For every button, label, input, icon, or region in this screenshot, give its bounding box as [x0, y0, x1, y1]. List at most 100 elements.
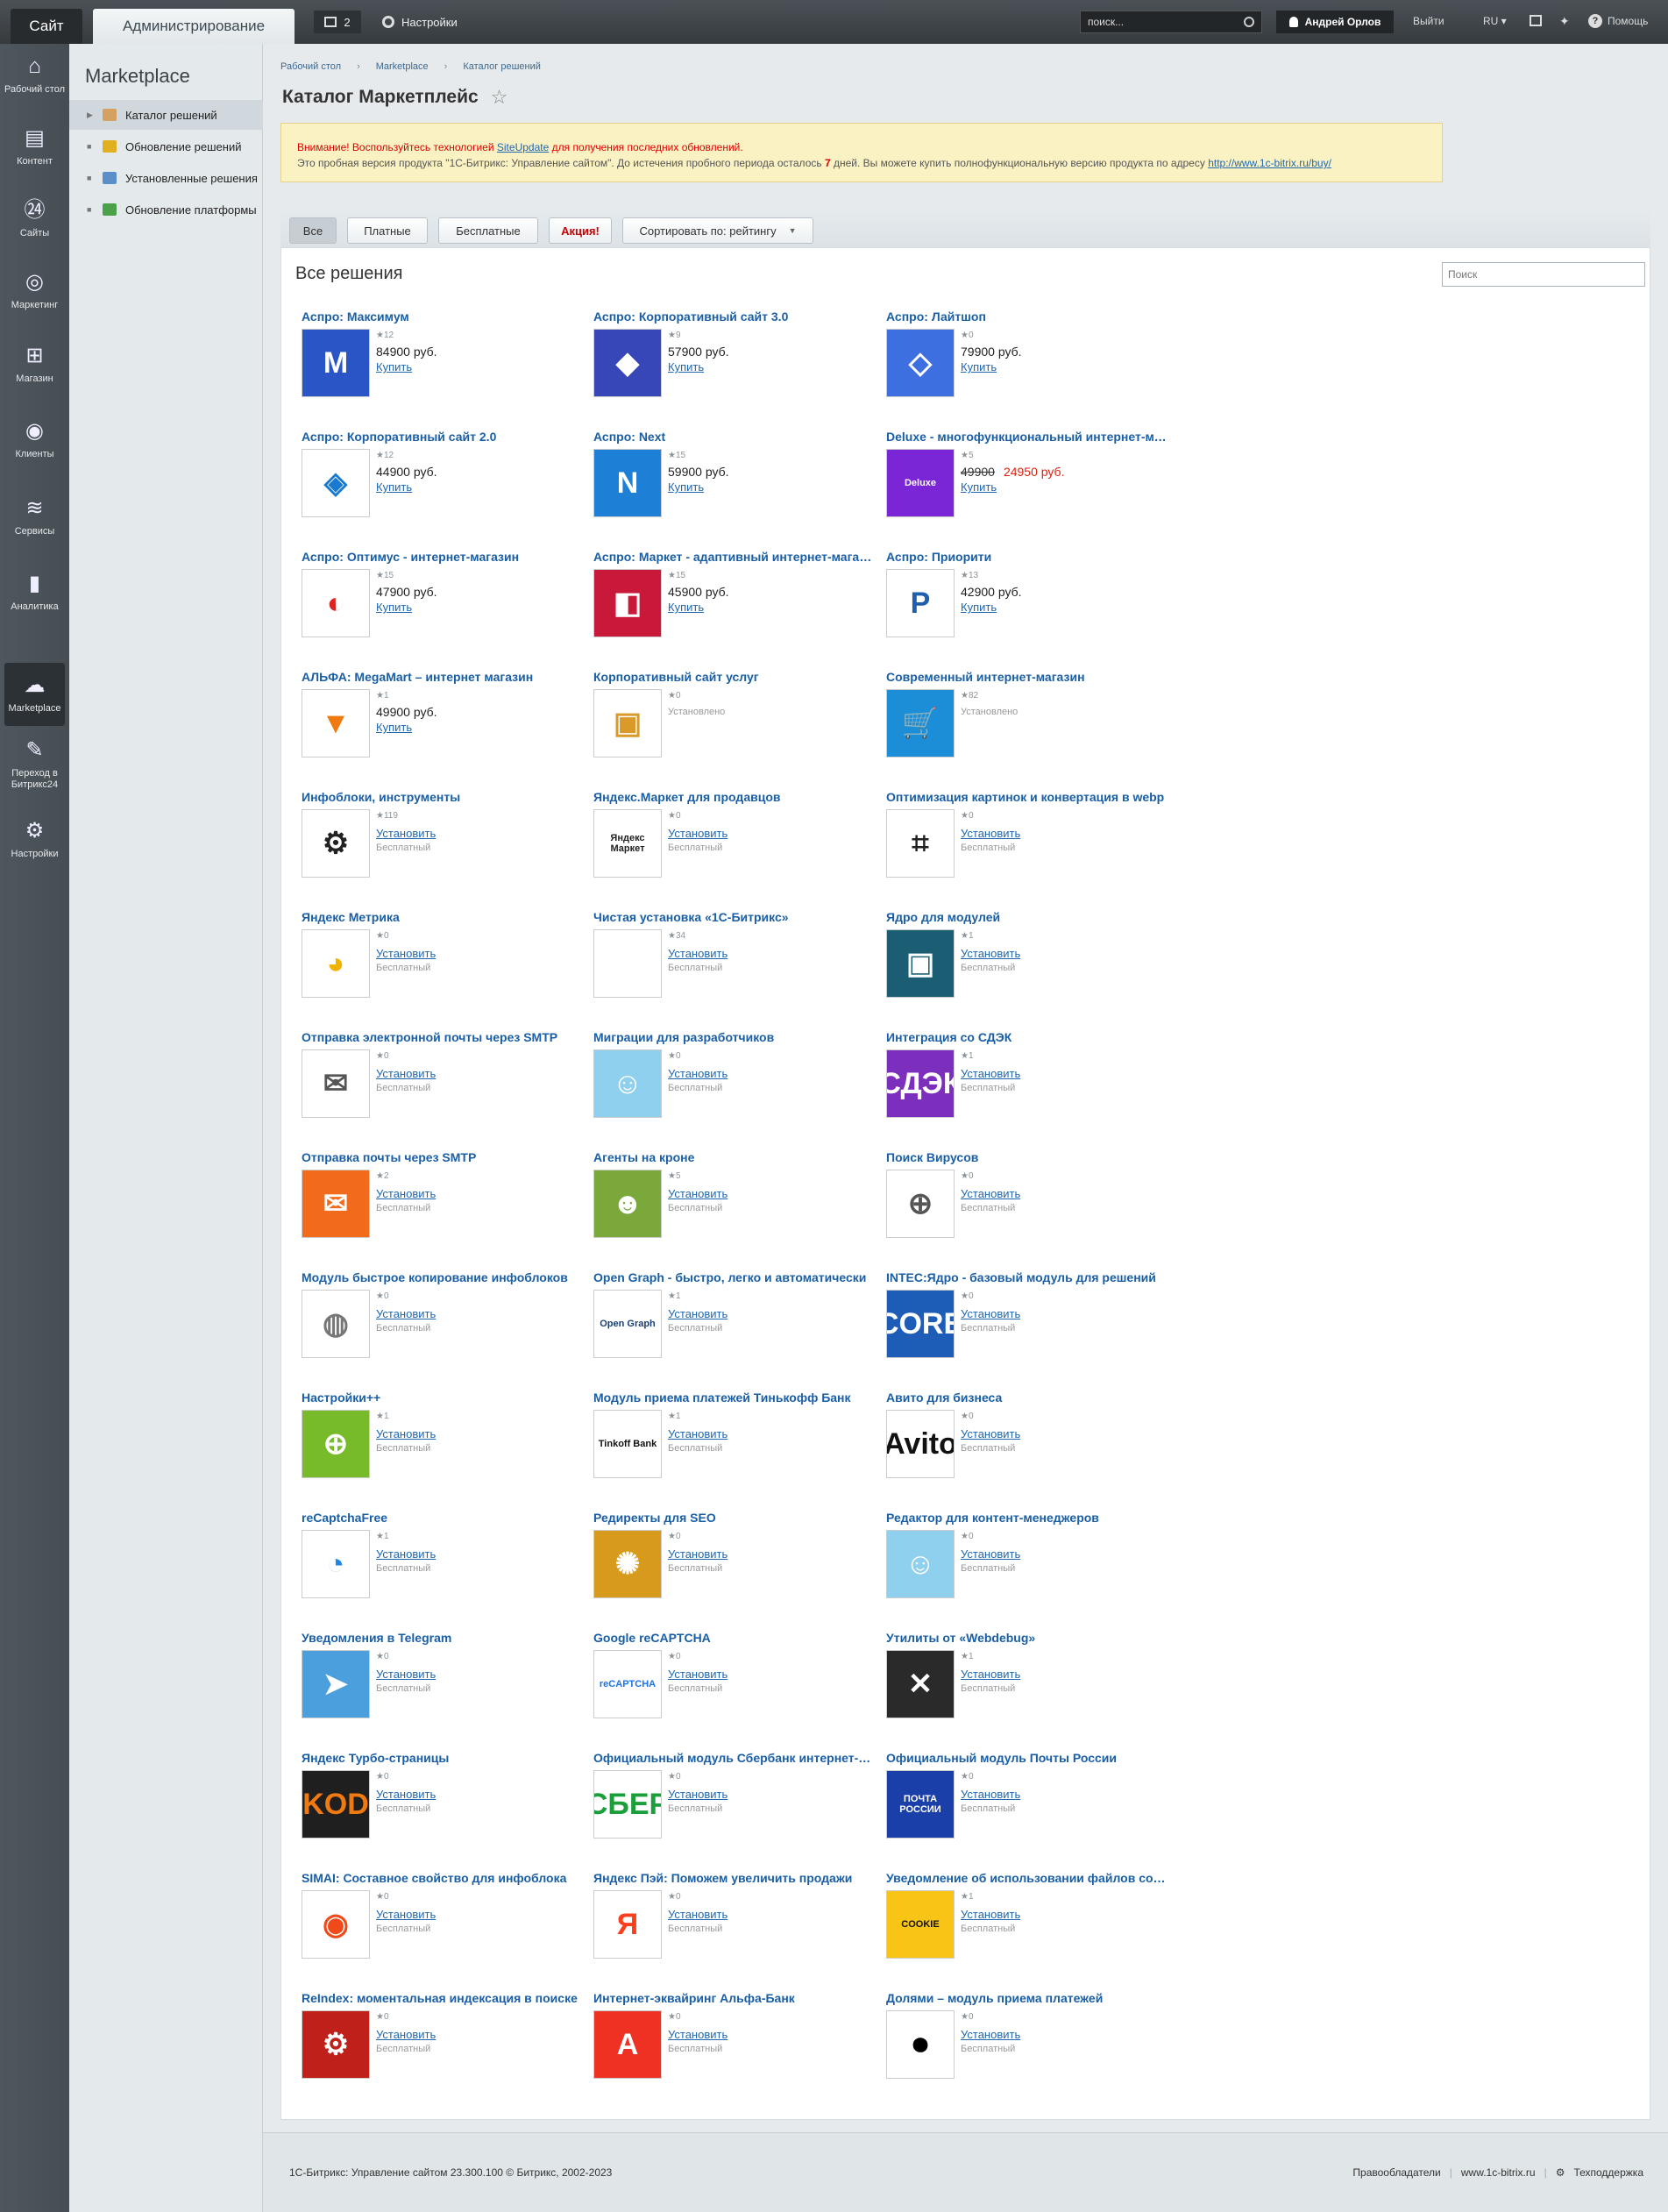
- top-search-input[interactable]: поиск...: [1080, 11, 1262, 33]
- solution-name-link[interactable]: Уведомления в Telegram: [302, 1631, 582, 1645]
- solution-name-link[interactable]: Поиск Вирусов: [886, 1150, 1167, 1164]
- install-link[interactable]: Установить: [668, 1547, 728, 1561]
- solution-logo[interactable]: ☻: [593, 1170, 662, 1238]
- solution-logo[interactable]: ◕: [302, 929, 370, 998]
- solution-logo[interactable]: СДЭК: [886, 1049, 955, 1118]
- filter-all-button[interactable]: Все: [289, 217, 337, 244]
- solution-name-link[interactable]: Open Graph - быстро, легко и автоматичес…: [593, 1270, 874, 1284]
- install-link[interactable]: Установить: [961, 1547, 1020, 1561]
- buy-link[interactable]: Купить: [668, 601, 704, 614]
- solution-name-link[interactable]: Авито для бизнеса: [886, 1391, 1167, 1405]
- solution-name-link[interactable]: Интеграция со СДЭК: [886, 1030, 1167, 1044]
- search-icon[interactable]: [1244, 17, 1254, 27]
- solution-logo[interactable]: Avito: [886, 1410, 955, 1478]
- solution-logo[interactable]: ⊕: [886, 1170, 955, 1238]
- pin-icon[interactable]: ✦: [1559, 14, 1570, 29]
- solution-logo[interactable]: M: [302, 329, 370, 397]
- install-link[interactable]: Установить: [961, 827, 1020, 840]
- solution-logo[interactable]: ▣: [593, 689, 662, 757]
- nav-item-bitrix24[interactable]: ✎ Переход в Битрикс24: [0, 736, 69, 791]
- nav-item-target[interactable]: ◎ Маркетинг: [0, 268, 69, 311]
- subnav-item[interactable]: ■ Обновление платформы: [69, 195, 263, 224]
- solution-logo[interactable]: Open Graph: [593, 1290, 662, 1358]
- settings-link[interactable]: Настройки: [382, 11, 458, 33]
- nav-item-document[interactable]: ▤ Контент: [0, 124, 69, 167]
- solution-name-link[interactable]: Отправка электронной почты через SMTP: [302, 1030, 582, 1044]
- solution-logo[interactable]: Я: [593, 1890, 662, 1959]
- install-link[interactable]: Установить: [961, 1788, 1020, 1801]
- buy-link[interactable]: Купить: [376, 721, 412, 734]
- solution-logo[interactable]: ⏺: [886, 2010, 955, 2079]
- solution-logo[interactable]: COOKIE: [886, 1890, 955, 1959]
- buy-link[interactable]: Купить: [961, 601, 997, 614]
- install-link[interactable]: Установить: [961, 1307, 1020, 1320]
- solution-logo[interactable]: ⚙: [302, 2010, 370, 2079]
- solution-logo[interactable]: ➤: [302, 1650, 370, 1718]
- solution-logo[interactable]: ▼: [302, 689, 370, 757]
- solution-name-link[interactable]: Яндекс Пэй: Поможем увеличить продажи: [593, 1871, 874, 1885]
- sort-dropdown[interactable]: Сортировать по: рейтингу ▼: [622, 217, 813, 244]
- user-menu[interactable]: Андрей Орлов: [1276, 11, 1394, 33]
- solution-logo[interactable]: ◐: [302, 569, 370, 637]
- buy-link[interactable]: Купить: [668, 360, 704, 373]
- install-link[interactable]: Установить: [376, 827, 436, 840]
- solution-name-link[interactable]: Официальный модуль Сбербанк интернет-экв…: [593, 1751, 874, 1765]
- install-link[interactable]: Установить: [668, 1067, 728, 1080]
- solution-name-link[interactable]: Яндекс Турбо-страницы: [302, 1751, 582, 1765]
- solution-name-link[interactable]: Аспро: Лайтшоп: [886, 309, 1167, 324]
- help-link[interactable]: ? Помощь: [1588, 14, 1648, 28]
- solution-logo[interactable]: ⚙: [302, 809, 370, 878]
- solution-logo[interactable]: N: [593, 449, 662, 517]
- solution-name-link[interactable]: Отправка почты через SMTP: [302, 1150, 582, 1164]
- install-link[interactable]: Установить: [376, 1547, 436, 1561]
- breadcrumb-marketplace[interactable]: Marketplace: [376, 61, 429, 72]
- solution-name-link[interactable]: Модуль приема платежей Тинькофф Банк: [593, 1391, 874, 1405]
- solution-logo[interactable]: ◧: [593, 569, 662, 637]
- solution-logo[interactable]: ◆: [593, 329, 662, 397]
- solutions-search-input[interactable]: [1442, 262, 1645, 287]
- solution-logo[interactable]: ◈: [302, 449, 370, 517]
- install-link[interactable]: Установить: [376, 1427, 436, 1440]
- solution-name-link[interactable]: Аспро: Максимум: [302, 309, 582, 324]
- solution-logo[interactable]: ⌗: [886, 809, 955, 878]
- breadcrumb-desktop[interactable]: Рабочий стол: [280, 61, 341, 72]
- solution-name-link[interactable]: Аспро: Приорити: [886, 550, 1167, 564]
- install-link[interactable]: Установить: [961, 1427, 1020, 1440]
- language-select[interactable]: RU ▾: [1483, 15, 1507, 27]
- install-link[interactable]: Установить: [668, 1187, 728, 1200]
- buy-link[interactable]: Купить: [668, 480, 704, 494]
- filter-free-button[interactable]: Бесплатные: [438, 217, 538, 244]
- solution-logo[interactable]: ✕: [886, 1650, 955, 1718]
- buy-link[interactable]: Купить: [376, 601, 412, 614]
- solution-logo[interactable]: CORE: [886, 1290, 955, 1358]
- solution-name-link[interactable]: АЛЬФА: MegaMart – интернет магазин: [302, 670, 582, 684]
- solution-name-link[interactable]: Яндекс.Маркет для продавцов: [593, 790, 874, 804]
- solution-name-link[interactable]: Интернет-эквайринг Альфа-Банк: [593, 1991, 874, 2005]
- install-link[interactable]: Установить: [376, 1307, 436, 1320]
- install-link[interactable]: Установить: [961, 1067, 1020, 1080]
- install-link[interactable]: Установить: [376, 1668, 436, 1681]
- install-link[interactable]: Установить: [668, 1668, 728, 1681]
- install-link[interactable]: Установить: [668, 1788, 728, 1801]
- solution-name-link[interactable]: Google reCAPTCHA: [593, 1631, 874, 1645]
- solution-name-link[interactable]: Миграции для разработчиков: [593, 1030, 874, 1044]
- solution-name-link[interactable]: Чистая установка «1С-Битрикс»: [593, 910, 874, 924]
- nav-item-sites-24[interactable]: ㉔ Сайты: [0, 196, 69, 239]
- solution-logo[interactable]: Яндекс Маркет: [593, 809, 662, 878]
- install-link[interactable]: Установить: [668, 1427, 728, 1440]
- solution-logo[interactable]: ☺: [593, 1049, 662, 1118]
- buy-link[interactable]: http://www.1c-bitrix.ru/buy/: [1208, 157, 1331, 169]
- solution-name-link[interactable]: Настройки++: [302, 1391, 582, 1405]
- solution-name-link[interactable]: Современный интернет-магазин: [886, 670, 1167, 684]
- solution-name-link[interactable]: reCaptchaFree: [302, 1511, 582, 1525]
- nav-item-home[interactable]: ⌂ Рабочий стол: [0, 53, 69, 96]
- solution-name-link[interactable]: ReIndex: моментальная индексация в поиск…: [302, 1991, 582, 2005]
- solution-logo[interactable]: ✉: [302, 1049, 370, 1118]
- solution-logo[interactable]: ◍: [302, 1290, 370, 1358]
- solution-logo[interactable]: ◔: [302, 1530, 370, 1598]
- solution-name-link[interactable]: Аспро: Корпоративный сайт 2.0: [302, 430, 582, 444]
- solution-logo[interactable]: P: [886, 569, 955, 637]
- install-link[interactable]: Установить: [961, 1187, 1020, 1200]
- solution-name-link[interactable]: Инфоблоки, инструменты: [302, 790, 582, 804]
- solution-name-link[interactable]: Deluxe - многофункциональный интернет-ма…: [886, 430, 1167, 444]
